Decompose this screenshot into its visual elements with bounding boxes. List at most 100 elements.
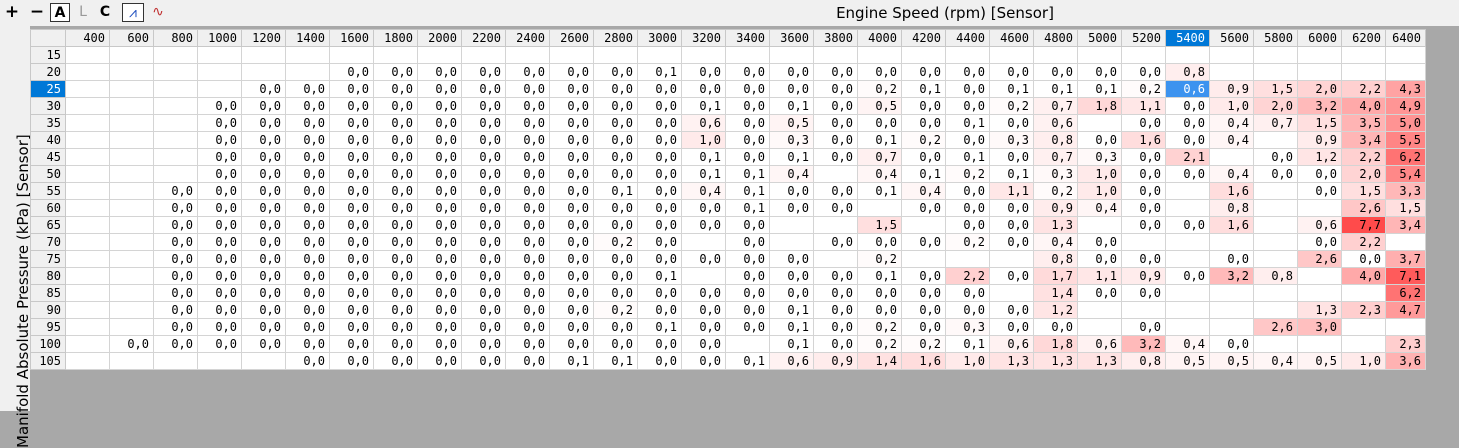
map-cell[interactable]: 0,0 — [461, 80, 506, 98]
map-cell[interactable]: 0,0 — [681, 80, 726, 98]
cursor-plus-icon[interactable]: + — [2, 3, 22, 22]
column-header-6200[interactable]: 6200 — [1341, 29, 1386, 47]
row-header-80[interactable]: 80 — [30, 267, 66, 285]
map-cell[interactable]: 0,6 — [1165, 80, 1210, 98]
map-cell[interactable]: 0,0 — [241, 80, 286, 98]
map-cell[interactable]: 0,0 — [197, 284, 242, 302]
map-cell[interactable]: 0,0 — [1165, 114, 1210, 132]
column-header-5600[interactable]: 5600 — [1209, 29, 1254, 47]
map-cell[interactable]: 0,0 — [549, 318, 594, 336]
column-header-4200[interactable]: 4200 — [901, 29, 946, 47]
minus-icon[interactable]: − — [28, 3, 46, 22]
map-cell[interactable]: 0,0 — [285, 199, 330, 217]
map-cell[interactable] — [109, 114, 154, 132]
map-cell[interactable]: 0,4 — [681, 182, 726, 200]
map-cell[interactable]: 0,6 — [1033, 114, 1078, 132]
map-cell[interactable]: 0,0 — [285, 114, 330, 132]
map-cell[interactable] — [1341, 335, 1386, 353]
column-header-2400[interactable]: 2400 — [505, 29, 550, 47]
map-cell[interactable]: 0,0 — [505, 267, 550, 285]
map-cell[interactable]: 0,0 — [461, 97, 506, 115]
map-cell[interactable]: 0,7 — [1253, 114, 1298, 132]
map-cell[interactable]: 0,0 — [1077, 284, 1122, 302]
map-cell[interactable] — [109, 131, 154, 149]
map-cell[interactable]: 0,0 — [285, 284, 330, 302]
map-cell[interactable]: 0,0 — [505, 199, 550, 217]
map-cell[interactable]: 0,0 — [285, 148, 330, 166]
map-cell[interactable] — [109, 80, 154, 98]
map-cell[interactable]: 0,9 — [813, 352, 858, 370]
map-cell[interactable]: 0,0 — [329, 165, 374, 183]
map-cell[interactable]: 0,0 — [417, 284, 462, 302]
map-cell[interactable] — [1253, 250, 1298, 268]
map-cell[interactable]: 0,0 — [417, 114, 462, 132]
map-cell[interactable]: 0,0 — [945, 216, 990, 234]
map-cell[interactable]: 0,0 — [241, 148, 286, 166]
map-cell[interactable] — [1341, 284, 1386, 302]
map-cell[interactable] — [1209, 46, 1254, 64]
map-cell[interactable]: 0,0 — [1297, 165, 1342, 183]
map-cell[interactable] — [65, 318, 110, 336]
map-cell[interactable]: 0,0 — [549, 63, 594, 81]
map-cell[interactable]: 0,1 — [945, 335, 990, 353]
map-cell[interactable]: 0,1 — [549, 352, 594, 370]
map-cell[interactable]: 0,0 — [725, 250, 770, 268]
column-header-1400[interactable]: 1400 — [285, 29, 330, 47]
column-header-6400[interactable]: 6400 — [1385, 29, 1426, 47]
map-cell[interactable]: 0,0 — [593, 250, 638, 268]
map-cell[interactable]: 0,1 — [769, 97, 814, 115]
map-cell[interactable]: 0,0 — [197, 335, 242, 353]
map-cell[interactable]: 0,0 — [857, 284, 902, 302]
map-cell[interactable]: 3,0 — [1297, 318, 1342, 336]
map-cell[interactable]: 0,0 — [989, 233, 1034, 251]
map-cell[interactable]: 0,2 — [857, 80, 902, 98]
map-cell[interactable]: 0,0 — [197, 114, 242, 132]
map-cell[interactable]: 0,0 — [461, 250, 506, 268]
map-cell[interactable] — [1253, 199, 1298, 217]
map-cell[interactable]: 0,0 — [681, 63, 726, 81]
map-cell[interactable]: 0,0 — [725, 148, 770, 166]
map-cell[interactable]: 0,0 — [505, 131, 550, 149]
map-cell[interactable]: 0,0 — [1165, 216, 1210, 234]
map-cell[interactable]: 0,0 — [417, 80, 462, 98]
map-cell[interactable]: 0,0 — [1121, 182, 1166, 200]
map-cell[interactable]: 0,3 — [945, 318, 990, 336]
map-cell[interactable]: 0,0 — [593, 335, 638, 353]
map-cell[interactable]: 0,0 — [725, 80, 770, 98]
map-cell[interactable]: 0,1 — [1077, 80, 1122, 98]
map-cell[interactable]: 0,0 — [549, 131, 594, 149]
map-cell[interactable]: 0,0 — [813, 182, 858, 200]
map-cell[interactable]: 0,0 — [329, 199, 374, 217]
map-cell[interactable] — [461, 46, 506, 64]
map-cell[interactable]: 0,0 — [681, 250, 726, 268]
map-cell[interactable]: 0,0 — [549, 97, 594, 115]
map-cell[interactable]: 0,0 — [417, 199, 462, 217]
map-cell[interactable]: 0,0 — [681, 301, 726, 319]
map-cell[interactable]: 0,0 — [505, 318, 550, 336]
map-cell[interactable]: 0,0 — [725, 216, 770, 234]
map-cell[interactable]: 1,6 — [1209, 216, 1254, 234]
map-cell[interactable]: 0,7 — [1033, 97, 1078, 115]
map-cell[interactable]: 0,0 — [1253, 165, 1298, 183]
map-cell[interactable]: 0,0 — [373, 216, 418, 234]
map-cell[interactable]: 0,0 — [813, 318, 858, 336]
map-cell[interactable]: 0,0 — [1033, 318, 1078, 336]
map-cell[interactable]: 0,0 — [329, 131, 374, 149]
map-cell[interactable]: 0,0 — [769, 80, 814, 98]
map-cell[interactable]: 0,1 — [857, 267, 902, 285]
map-cell[interactable]: 0,4 — [901, 182, 946, 200]
map-cell[interactable]: 0,0 — [901, 63, 946, 81]
map-cell[interactable]: 0,0 — [989, 63, 1034, 81]
map-cell[interactable]: 0,1 — [725, 352, 770, 370]
map-cell[interactable]: 0,0 — [1033, 63, 1078, 81]
map-cell[interactable]: 0,0 — [417, 63, 462, 81]
map-cell[interactable]: 2,0 — [1341, 165, 1386, 183]
map-cell[interactable] — [1341, 318, 1386, 336]
map-cell[interactable]: 0,0 — [813, 267, 858, 285]
map-cell[interactable]: 0,4 — [1209, 114, 1254, 132]
map-cell[interactable]: 4,0 — [1341, 97, 1386, 115]
map-cell[interactable]: 0,0 — [857, 233, 902, 251]
map-cell[interactable]: 0,0 — [285, 335, 330, 353]
map-cell[interactable]: 0,2 — [901, 335, 946, 353]
map-cell[interactable] — [109, 267, 154, 285]
